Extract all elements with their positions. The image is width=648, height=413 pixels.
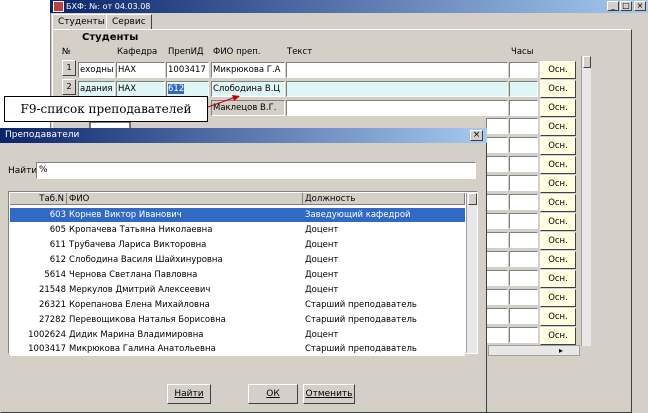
cancel-button[interactable]: Отменить bbox=[303, 384, 355, 404]
tab-number: 5614 bbox=[44, 270, 66, 280]
teacher-name: Меркулов Дмитрий Алексеевич bbox=[69, 285, 211, 295]
tab-number: 26321 bbox=[38, 300, 66, 310]
tab-number: 612 bbox=[49, 255, 66, 265]
teacher-name: Слободина Василя Шайхинуровна bbox=[69, 255, 223, 265]
teacher-position: Доцент bbox=[305, 330, 339, 340]
teacher-name: Корнев Виктор Иванович bbox=[69, 210, 182, 220]
list-scroll-thumb[interactable] bbox=[468, 193, 477, 205]
teacher-name: Чернова Светлана Павловна bbox=[69, 270, 198, 280]
teacher-name: Перевощикова Наталья Борисовна bbox=[69, 315, 226, 325]
dialog-title: Преподаватели bbox=[5, 130, 80, 140]
find-label: Найти bbox=[8, 166, 38, 176]
teacher-position: Доцент bbox=[305, 285, 339, 295]
teacher-position: Доцент bbox=[305, 225, 339, 235]
list-item[interactable]: 1002624 Дидик Марина Владимировна Доцент bbox=[10, 328, 465, 342]
teacher-name: Корепанова Елена Михайловна bbox=[69, 300, 210, 310]
list-item[interactable]: 26321 Корепанова Елена Михайловна Старши… bbox=[10, 298, 465, 312]
list-item[interactable]: 1003417 Микрюкова Галина Анатольевна Ста… bbox=[10, 342, 465, 356]
teacher-position: Заведующий кафедрой bbox=[305, 210, 411, 220]
find-input[interactable]: % bbox=[36, 162, 476, 179]
teacher-position: Доцент bbox=[305, 270, 339, 280]
column-header-position[interactable]: Должность bbox=[303, 193, 465, 205]
find-button[interactable]: Найти bbox=[167, 384, 211, 404]
list-item[interactable]: 27282 Перевощикова Наталья Борисовна Ста… bbox=[10, 313, 465, 327]
teacher-name: Микрюкова Галина Анатольевна bbox=[69, 344, 216, 354]
list-item[interactable]: 612 Слободина Василя Шайхинуровна Доцент bbox=[10, 253, 465, 267]
list-item[interactable]: 5614 Чернова Светлана Павловна Доцент bbox=[10, 268, 465, 282]
column-header-fio[interactable]: ФИО bbox=[67, 193, 303, 205]
tab-number: 21548 bbox=[38, 285, 66, 295]
teacher-name: Трубачева Лариса Викторовна bbox=[69, 240, 207, 250]
tab-number: 605 bbox=[49, 225, 66, 235]
f9-callout: F9-список преподавателей bbox=[4, 96, 208, 122]
list-scrollbar[interactable] bbox=[466, 193, 477, 353]
teacher-name: Кропачева Татьяна Николаевна bbox=[69, 225, 213, 235]
tab-number: 603 bbox=[49, 210, 66, 220]
tab-number: 1002624 bbox=[28, 330, 66, 340]
callout-pointer-line bbox=[207, 96, 237, 108]
teacher-name: Дидик Марина Владимировна bbox=[69, 330, 204, 340]
column-header-tab[interactable]: Таб.N bbox=[10, 193, 67, 205]
teacher-position: Старший преподаватель bbox=[305, 300, 417, 310]
list-item[interactable]: 21548 Меркулов Дмитрий Алексеевич Доцент bbox=[10, 283, 465, 297]
tab-number: 27282 bbox=[38, 315, 66, 325]
list-item[interactable]: 611 Трубачева Лариса Викторовна Доцент bbox=[10, 238, 465, 252]
teacher-position: Старший преподаватель bbox=[305, 344, 417, 354]
list-item[interactable]: 605 Кропачева Татьяна Николаевна Доцент bbox=[10, 223, 465, 237]
tab-number: 1003417 bbox=[28, 344, 66, 354]
callout-pointer-head bbox=[232, 95, 240, 101]
teacher-position: Доцент bbox=[305, 240, 339, 250]
dialog-close-button[interactable]: × bbox=[470, 130, 483, 141]
list-item[interactable]: 603 Корнев Виктор Иванович Заведующий ка… bbox=[10, 208, 465, 222]
tab-number: 611 bbox=[49, 240, 66, 250]
ok-button[interactable]: ОК bbox=[248, 384, 298, 404]
teacher-position: Старший преподаватель bbox=[305, 315, 417, 325]
teacher-position: Доцент bbox=[305, 255, 339, 265]
